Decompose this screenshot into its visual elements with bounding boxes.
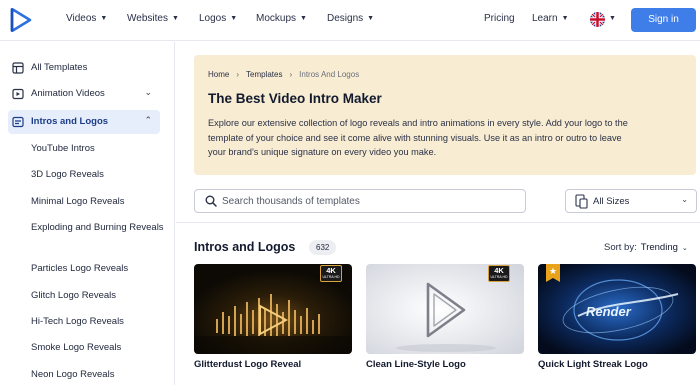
sidebar-subitem-exploding-burning-reveals[interactable]: Exploding and Burning Reveals — [31, 221, 166, 235]
nav-logos-menu[interactable]: Logos ▼ — [199, 13, 237, 24]
badge-4k-label: 4K — [326, 266, 336, 275]
template-card-title[interactable]: Quick Light Streak Logo — [538, 359, 648, 370]
chevron-down-icon: ▼ — [230, 15, 238, 22]
template-card-thumbnail[interactable]: Render ★ — [538, 264, 696, 354]
nav-logos-label: Logos — [199, 13, 227, 24]
search-box — [194, 189, 526, 213]
sidebar-item-label: Intros and Logos — [31, 116, 109, 127]
light-streak-thumbnail-image: Render — [538, 264, 696, 354]
nav-mockups-menu[interactable]: Mockups ▼ — [256, 13, 307, 24]
nav-websites-label: Websites — [127, 13, 168, 24]
section-title: Intros and Logos — [194, 240, 296, 254]
chevron-down-icon: ⌄ — [144, 87, 152, 97]
template-grid-icon — [12, 62, 24, 74]
chevron-down-icon[interactable]: ▼ — [609, 15, 616, 22]
nav-designs-menu[interactable]: Designs ▼ — [327, 13, 374, 24]
chevron-down-icon: ▼ — [100, 15, 108, 22]
4k-ultra-hd-badge: 4K ULTRA HD — [488, 265, 510, 282]
nav-learn-label: Learn — [532, 13, 558, 24]
template-card-thumbnail[interactable]: 4K ULTRA HD — [194, 264, 352, 354]
size-filter-select[interactable]: All Sizes ⌄ — [565, 189, 697, 213]
sidebar: All Templates Animation Videos ⌄ Intros … — [0, 42, 175, 385]
size-filter-label: All Sizes — [593, 196, 630, 207]
category-banner: Home › Templates › Intros And Logos The Best… — [194, 55, 696, 175]
breadcrumb-current: Intros And Logos — [299, 70, 360, 79]
nav-mockups-label: Mockups — [256, 13, 297, 24]
sign-in-button[interactable]: Sign in — [631, 8, 696, 32]
sidebar-subitem-glitch-logo-reveals[interactable]: Glitch Logo Reveals — [31, 289, 166, 303]
sidebar-item-label: All Templates — [31, 62, 88, 73]
template-count-badge: 632 — [309, 240, 337, 255]
chevron-down-icon: ▼ — [300, 15, 307, 22]
page-description: Explore our extensive collection of logo… — [208, 118, 628, 157]
size-frames-icon — [575, 194, 588, 209]
template-card-title[interactable]: Clean Line-Style Logo — [366, 359, 466, 370]
sidebar-subitem-neon-logo-reveals[interactable]: Neon Logo Reveals — [31, 368, 166, 382]
sidebar-item-intros-and-logos[interactable]: Intros and Logos ⌃ — [8, 110, 160, 134]
breadcrumb-separator: › — [236, 70, 240, 79]
nav-designs-label: Designs — [327, 13, 364, 24]
chevron-up-icon: ⌃ — [144, 115, 152, 125]
sort-dropdown[interactable]: Sort by: Trending ⌄ — [604, 242, 688, 253]
chevron-down-icon: ⌄ — [681, 195, 688, 204]
page-title: The Best Video Intro Maker — [208, 91, 382, 106]
video-play-icon — [12, 88, 24, 100]
search-input[interactable] — [222, 193, 512, 210]
nav-videos-menu[interactable]: Videos ▼ — [66, 13, 107, 24]
sort-label: Sort by: — [604, 242, 637, 253]
chevron-down-icon: ▼ — [367, 15, 375, 22]
sidebar-subitem-3d-logo-reveals[interactable]: 3D Logo Reveals — [31, 168, 166, 182]
breadcrumb: Home › Templates › Intros And Logos — [208, 70, 359, 79]
template-card-thumbnail[interactable]: 4K ULTRA HD — [366, 264, 524, 354]
sidebar-subitem-particles-logo-reveals[interactable]: Particles Logo Reveals — [31, 262, 166, 276]
uk-flag-icon[interactable] — [590, 12, 605, 27]
divider — [176, 222, 700, 223]
nav-videos-label: Videos — [66, 13, 97, 24]
play-triangle-logo-icon[interactable] — [10, 8, 32, 32]
sidebar-subitem-hi-tech-logo-reveals[interactable]: Hi-Tech Logo Reveals — [31, 315, 166, 329]
breadcrumb-separator: › — [289, 70, 293, 79]
chevron-down-icon: ⌄ — [681, 245, 688, 252]
sidebar-item-all-templates[interactable]: All Templates — [8, 61, 160, 77]
intro-logo-icon — [12, 116, 24, 128]
nav-pricing-link[interactable]: Pricing — [484, 13, 515, 24]
thumbnail-render-text: Render — [586, 304, 632, 319]
badge-4k-label: 4K — [494, 266, 504, 275]
chevron-down-icon: ▼ — [171, 15, 179, 22]
sidebar-item-label: Animation Videos — [31, 88, 105, 99]
sidebar-item-animation-videos[interactable]: Animation Videos ⌄ — [8, 87, 160, 103]
star-icon: ★ — [548, 266, 558, 276]
top-navigation-bar: Videos ▼ Websites ▼ Logos ▼ Mockups ▼ Design… — [0, 0, 700, 41]
sidebar-subitem-youtube-intros[interactable]: YouTube Intros — [31, 142, 166, 156]
badge-uhd-label: ULTRA HD — [322, 275, 340, 279]
breadcrumb-templates[interactable]: Templates — [246, 70, 282, 79]
sort-value: Trending — [640, 242, 678, 253]
breadcrumb-home[interactable]: Home — [208, 70, 229, 79]
nav-learn-menu[interactable]: Learn ▼ — [532, 13, 569, 24]
sidebar-subitem-minimal-logo-reveals[interactable]: Minimal Logo Reveals — [31, 195, 166, 209]
search-icon — [205, 195, 217, 207]
sidebar-subitem-smoke-logo-reveals[interactable]: Smoke Logo Reveals — [31, 341, 166, 355]
nav-websites-menu[interactable]: Websites ▼ — [127, 13, 179, 24]
4k-ultra-hd-badge: 4K ULTRA HD — [320, 265, 342, 282]
badge-uhd-label: ULTRA HD — [490, 275, 508, 279]
template-card-title[interactable]: Glitterdust Logo Reveal — [194, 359, 301, 370]
chevron-down-icon: ▼ — [561, 15, 569, 22]
